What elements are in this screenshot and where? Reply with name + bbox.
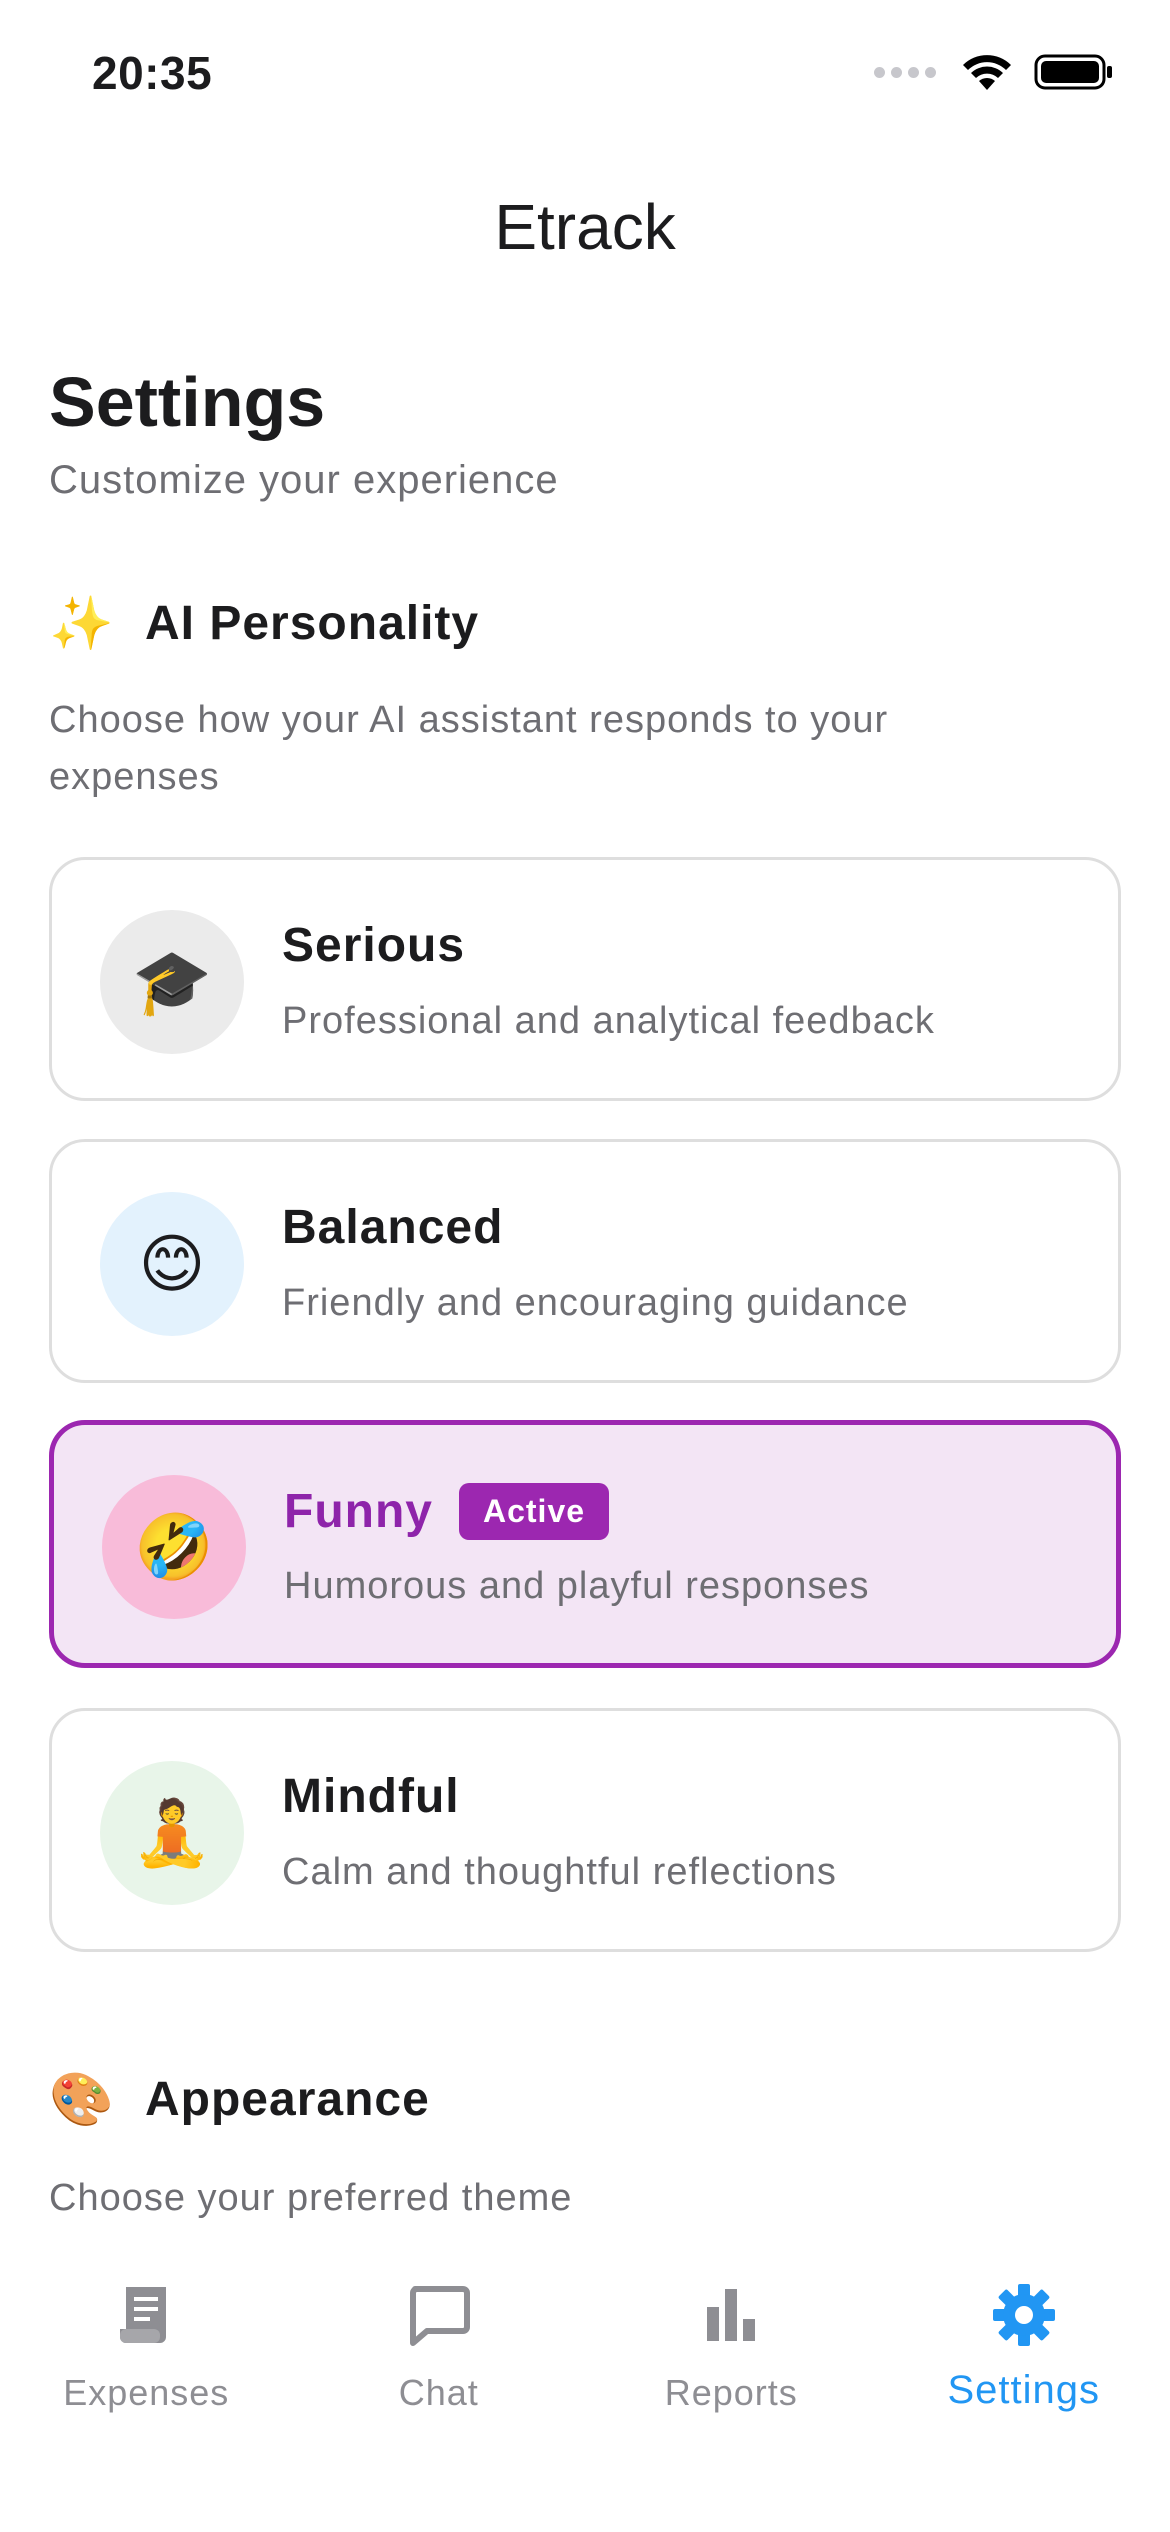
- graduation-cap-icon: 🎓: [100, 910, 244, 1054]
- cellular-signal-icon: [874, 66, 936, 78]
- wifi-icon: [963, 55, 1011, 90]
- status-icons: [874, 52, 1114, 92]
- option-title-row: Balanced: [282, 1200, 503, 1255]
- personality-option-mindful[interactable]: 🧘 Mindful Calm and thoughtful reflection…: [49, 1708, 1121, 1952]
- option-title: Mindful: [282, 1770, 460, 1823]
- option-title: Serious: [282, 919, 466, 972]
- tab-expenses[interactable]: Expenses: [0, 2248, 293, 2532]
- tab-bar: Expenses Chat Reports Settings: [0, 2248, 1170, 2532]
- app-title: Etrack: [494, 191, 676, 263]
- bar-chart-icon: [696, 2280, 766, 2350]
- tab-label: Expenses: [63, 2372, 230, 2413]
- appearance-section-title: 🎨 Appearance: [49, 2072, 430, 2127]
- personality-option-serious[interactable]: 🎓 Serious Professional and analytical fe…: [49, 857, 1121, 1101]
- active-badge: Active: [458, 1483, 610, 1540]
- option-title-row: Funny Active: [284, 1483, 610, 1540]
- section-label: Appearance: [145, 2073, 430, 2126]
- option-title-row: Mindful: [282, 1769, 460, 1824]
- status-time: 20:35: [92, 47, 213, 99]
- tab-settings[interactable]: Settings: [878, 2248, 1170, 2532]
- status-bar: 20:35: [0, 0, 1170, 150]
- gear-icon: [989, 2280, 1059, 2350]
- rolling-laughing-face-icon: 🤣: [102, 1475, 246, 1619]
- meditation-icon: 🧘: [100, 1761, 244, 1905]
- ai-personality-description: Choose how your AI assistant responds to…: [49, 699, 889, 798]
- chat-bubble-icon: [404, 2280, 474, 2350]
- battery-icon: [1034, 54, 1112, 90]
- appearance-description: Choose your preferred theme: [49, 2177, 573, 2219]
- tab-label: Reports: [664, 2372, 798, 2413]
- receipt-icon: [111, 2280, 181, 2350]
- option-description: Friendly and encouraging guidance: [282, 1282, 909, 1324]
- tab-chat[interactable]: Chat: [293, 2248, 586, 2532]
- palette-icon: 🎨: [49, 2070, 114, 2129]
- page-title: Settings: [49, 363, 326, 441]
- option-description: Humorous and playful responses: [284, 1565, 870, 1607]
- tab-label: Settings: [947, 2368, 1101, 2412]
- section-label: AI Personality: [145, 597, 480, 650]
- personality-option-funny[interactable]: 🤣 Funny Active Humorous and playful resp…: [49, 1420, 1121, 1668]
- option-description: Calm and thoughtful reflections: [282, 1851, 837, 1893]
- option-title: Balanced: [282, 1201, 504, 1254]
- smiling-face-icon: 😊: [100, 1192, 244, 1336]
- tab-reports[interactable]: Reports: [585, 2248, 878, 2532]
- option-description: Professional and analytical feedback: [282, 1000, 935, 1042]
- personality-option-balanced[interactable]: 😊 Balanced Friendly and encouraging guid…: [49, 1139, 1121, 1383]
- page-subtitle: Customize your experience: [49, 458, 559, 502]
- tab-label: Chat: [398, 2372, 479, 2413]
- option-title-row: Serious: [282, 918, 465, 973]
- sparkles-icon: ✨: [49, 594, 114, 653]
- ai-personality-section-title: ✨ AI Personality: [49, 596, 479, 651]
- option-title: Funny: [284, 1485, 433, 1538]
